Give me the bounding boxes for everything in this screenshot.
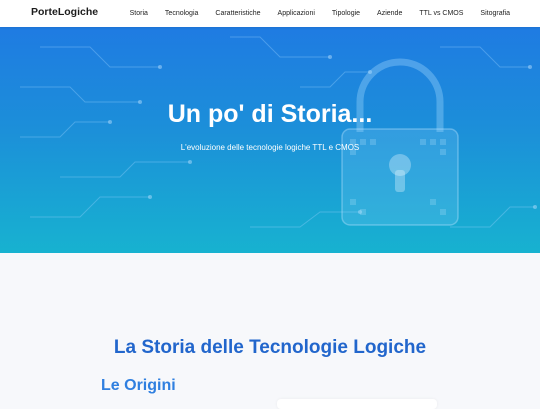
hero-banner: Un po' di Storia... L'evoluzione delle t…: [0, 27, 540, 253]
nav-links: Storia Tecnologia Caratteristiche Applic…: [113, 0, 510, 27]
nav-link-sitografia[interactable]: Sitografia: [480, 10, 510, 17]
hero-title: Un po' di Storia...: [167, 100, 373, 128]
nav-link-tipologie[interactable]: Tipologie: [332, 10, 360, 17]
nav-link-caratteristiche[interactable]: Caratteristiche: [215, 10, 260, 17]
nav-link-ttl-vs-cmos[interactable]: TTL vs CMOS: [419, 10, 463, 17]
section-title: La Storia delle Tecnologie Logiche: [113, 337, 427, 358]
content-card: [277, 399, 437, 409]
hero-subtitle: L'evoluzione delle tecnologie logiche TT…: [180, 143, 360, 152]
nav-link-storia[interactable]: Storia: [130, 10, 148, 17]
nav-link-applicazioni[interactable]: Applicazioni: [278, 10, 315, 17]
padlock-circuit-icon: [20, 36, 537, 228]
nav-link-aziende[interactable]: Aziende: [377, 10, 402, 17]
navbar: PorteLogiche Storia Tecnologia Caratteri…: [0, 0, 540, 27]
brand-logo[interactable]: PorteLogiche: [31, 6, 98, 18]
subsection-title: Le Origini: [101, 377, 176, 394]
nav-link-tecnologia[interactable]: Tecnologia: [165, 10, 198, 17]
